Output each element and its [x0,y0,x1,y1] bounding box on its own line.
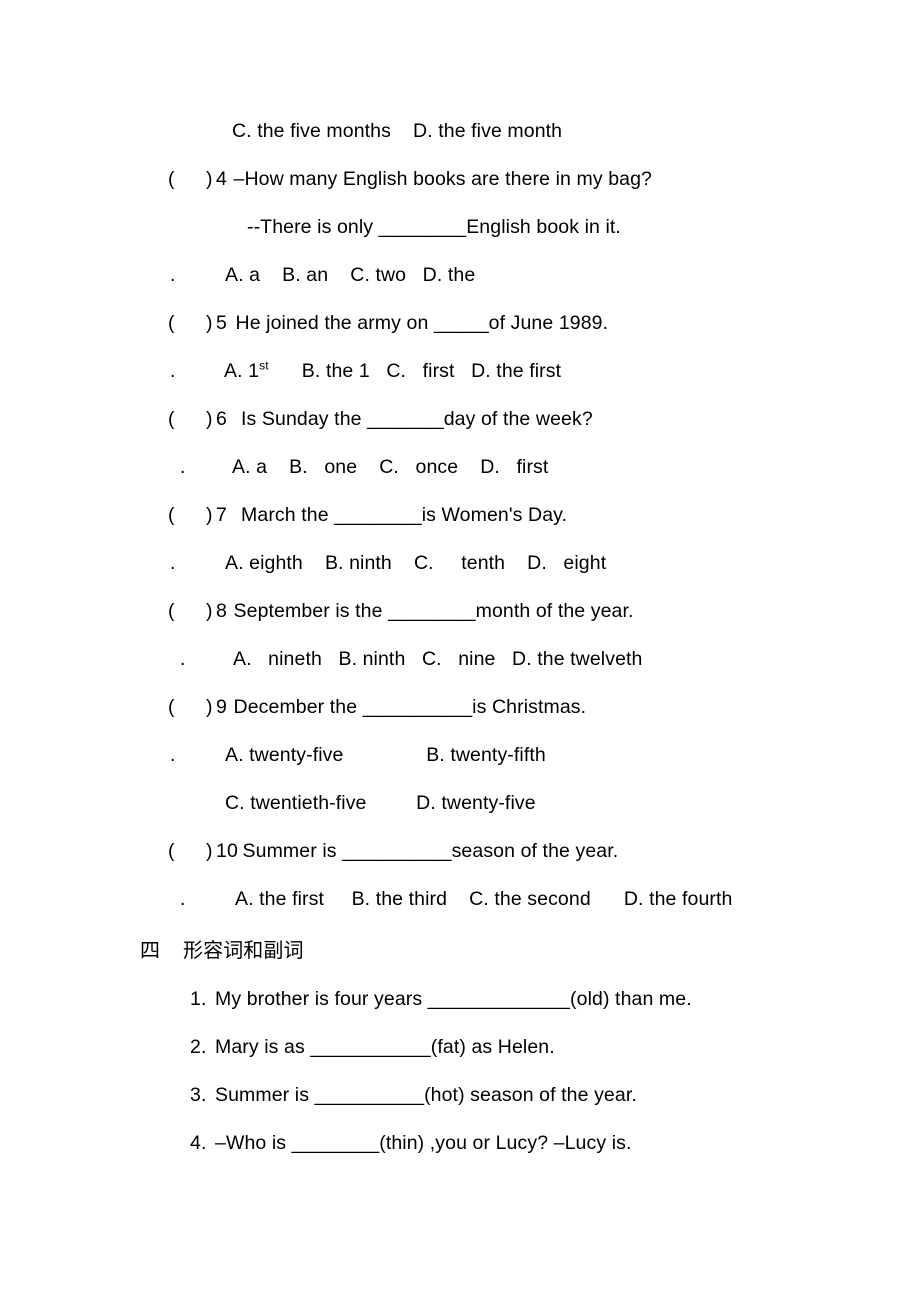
stem-tail-q5: of June 1989. [488,312,609,334]
question-stem-q10: Summer is __________season of the year. [237,840,619,862]
section-title: 形容词和副词 [183,938,304,962]
question-number-q8: 8 [216,600,227,622]
options-row-q5: A. 1st B. the 1 C. first D. the first [224,358,562,382]
options-rest-q5: B. the 1 C. first D. the first [268,360,562,382]
fill-in-item-4: –Who is ________(thin) ,you or Lucy? –Lu… [215,1132,632,1154]
question-number-q7: 7 [216,504,227,526]
fill-in-pre-2: Mary is as [215,1036,311,1058]
options-row-q7: A. eighth B. ninth C. tenth D. eight [225,552,607,574]
stem-text-q10: Summer is [237,840,343,862]
question-number-q4: 4 [216,168,227,190]
question-stem-q8: September is the ________month of the ye… [228,600,634,622]
question-number-q5: 5 [216,312,227,334]
fill-in-post-2: (fat) as Helen. [430,1036,555,1058]
answer-blank-q9: __________ [362,696,473,718]
stem-text-q9: December the [228,696,363,718]
continued-options-line: C. the five months D. the five month [232,120,563,142]
question-number-q9: 9 [216,696,227,718]
fill-in-blank-4: ________ [291,1132,380,1154]
fill-in-pre-4: –Who is [215,1132,292,1154]
stem-tail-q8: month of the year. [475,600,634,622]
options-row1-q9: A. twenty-five B. twenty-fifth [225,744,546,766]
fill-in-pre-3: Summer is [215,1084,315,1106]
fill-in-item-1: My brother is four years _____________(o… [215,988,692,1010]
fill-in-pre-1: My brother is four years [215,988,428,1010]
section-number: 四 [140,938,161,962]
fill-in-post-3: (hot) season of the year. [424,1084,637,1106]
answer-bracket-close-q8: ) [206,600,213,622]
question-number-q6: 6 [216,408,227,430]
ordinal-suffix-q5: st [259,358,269,373]
fill-in-blank-2: ___________ [310,1036,431,1058]
fill-in-number-4: 4. [190,1132,207,1154]
answer-bracket-open-q4: ( [168,168,175,190]
answer-blank-q8: ________ [388,600,476,622]
stem-text-q8: September is the [228,600,389,622]
question-stem-q7: March the ________is Women's Day. [230,504,568,526]
answer-blank-q4: ________ [378,216,467,238]
stem-text-q7: March the [230,504,335,526]
fill-in-blank-1: _____________ [427,988,571,1010]
answer-bracket-open-q5: ( [168,312,175,334]
answer-bracket-close-q7: ) [206,504,213,526]
option-row-marker-q9: . [170,744,176,766]
answer-bracket-open-q7: ( [168,504,175,526]
answer-bracket-open-q9: ( [168,696,175,718]
question-stem-q4: –How many English books are there in my … [228,168,652,190]
option-row-marker-q5: . [170,360,176,382]
answer-bracket-open-q6: ( [168,408,175,430]
question-stem-cont-q4: --There is only ________English book in … [247,216,621,238]
answer-bracket-close-q4: ) [206,168,213,190]
option-row-marker-q8: . [180,648,186,670]
option-row-marker-q7: . [170,552,176,574]
stem-cont-text-q4: --There is only [247,216,379,238]
answer-bracket-open-q8: ( [168,600,175,622]
stem-tail-q6: day of the week? [443,408,593,430]
options-row-q4: A. a B. an C. two D. the [225,264,476,286]
options-row-q6: A. a B. one C. once D. first [232,456,549,478]
stem-tail-q9: is Christmas. [472,696,587,718]
fill-in-number-1: 1. [190,988,207,1010]
option-row-marker-q6: . [180,456,186,478]
fill-in-item-2: Mary is as ___________(fat) as Helen. [215,1036,555,1058]
answer-bracket-close-q6: ) [206,408,213,430]
stem-cont-tail-q4: English book in it. [466,216,621,238]
option-row-marker-q10: . [180,888,186,910]
answer-blank-q10: __________ [342,840,452,862]
fill-in-post-4: (thin) ,you or Lucy? –Lucy is. [379,1132,632,1154]
options-row-q8: A. nineth B. ninth C. nine D. the twelve… [233,648,643,670]
answer-bracket-close-q10: ) [206,840,213,862]
stem-text-q6: Is Sunday the [230,408,368,430]
answer-blank-q7: ________ [334,504,422,526]
options-row2-q9: C. twentieth-five D. twenty-five [225,792,536,814]
options-row-q10: A. the first B. the third C. the second … [235,888,733,910]
question-number-q10: 10 [216,840,238,862]
fill-in-item-3: Summer is __________(hot) season of the … [215,1084,637,1106]
option-a-q5: A. 1 [224,360,260,382]
fill-in-number-2: 2. [190,1036,207,1058]
stem-tail-q7: is Women's Day. [421,504,568,526]
answer-bracket-open-q10: ( [168,840,175,862]
stem-text-q5: He joined the army on [230,312,434,334]
question-stem-q5: He joined the army on _____of June 1989. [230,312,609,334]
fill-in-blank-3: __________ [314,1084,425,1106]
question-stem-q6: Is Sunday the _______day of the week? [230,408,593,430]
worksheet-page: C. the five months D. the five month ( )… [0,0,920,1302]
answer-blank-q6: _______ [367,408,444,430]
answer-blank-q5: _____ [433,312,489,334]
answer-bracket-close-q9: ) [206,696,213,718]
stem-tail-q10: season of the year. [451,840,619,862]
fill-in-number-3: 3. [190,1084,207,1106]
option-row-marker-q4: . [170,264,176,286]
answer-bracket-close-q5: ) [206,312,213,334]
question-stem-q9: December the __________is Christmas. [228,696,587,718]
fill-in-post-1: (old) than me. [570,988,692,1010]
